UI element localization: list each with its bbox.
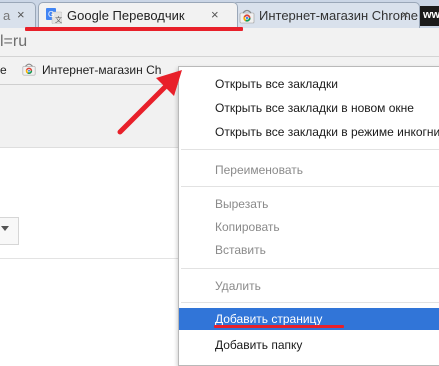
bookmark-partial[interactable]: e <box>0 63 7 77</box>
chrome-web-store-icon <box>22 63 36 76</box>
toolbar: l=ru <box>0 28 439 57</box>
menu-separator <box>181 186 439 187</box>
menu-item-open-all[interactable]: Открыть все закладки <box>179 73 439 95</box>
address-bar[interactable]: l=ru <box>0 33 27 51</box>
menu-item-copy[interactable]: Копировать <box>179 216 439 238</box>
tab-chrome-web-store[interactable]: Интернет-магазин Chrome × <box>232 2 420 28</box>
annotation-underline-menu <box>214 325 344 328</box>
menu-separator <box>181 302 439 303</box>
tab-google-translate-label: Google Переводчик <box>67 8 185 23</box>
chrome-web-store-icon <box>239 9 255 24</box>
menu-separator <box>181 149 439 150</box>
menu-item-open-all-incognito[interactable]: Открыть все закладки в режиме инкогнито <box>179 121 439 143</box>
menu-item-rename[interactable]: Переименовать <box>179 159 439 181</box>
tab-partial-label: а <box>3 8 11 23</box>
tab-chrome-web-store-label: Интернет-магазин Chrome <box>259 8 419 23</box>
menu-item-paste[interactable]: Вставить <box>179 239 439 261</box>
tab-partial[interactable]: а × <box>0 2 36 28</box>
menu-separator <box>181 268 439 269</box>
menu-item-add-folder[interactable]: Добавить папку <box>179 334 439 356</box>
close-icon[interactable]: × <box>17 7 25 22</box>
chevron-down-icon <box>1 226 9 231</box>
svg-text:G: G <box>48 10 54 19</box>
close-icon[interactable]: × <box>401 7 409 22</box>
annotation-arrow-icon <box>117 70 182 135</box>
tab-strip: а × G 文 Google Переводчик × Интернет-маг… <box>0 0 439 28</box>
google-translate-icon: G 文 <box>46 8 62 24</box>
close-icon[interactable]: × <box>211 7 219 22</box>
language-dropdown[interactable] <box>0 217 19 245</box>
svg-text:文: 文 <box>55 15 62 24</box>
divider <box>0 258 180 259</box>
menu-item-open-all-new-window[interactable]: Открыть все закладки в новом окне <box>179 97 439 119</box>
menu-item-delete[interactable]: Удалить <box>179 275 439 297</box>
annotation-underline-tab <box>25 27 243 31</box>
tab-google-translate[interactable]: G 文 Google Переводчик × <box>38 2 238 28</box>
tab-partial-right[interactable]: www <box>420 6 439 26</box>
menu-item-cut[interactable]: Вырезать <box>179 193 439 215</box>
bookmark-context-menu: Открыть все закладки Открыть все закладк… <box>178 66 439 366</box>
